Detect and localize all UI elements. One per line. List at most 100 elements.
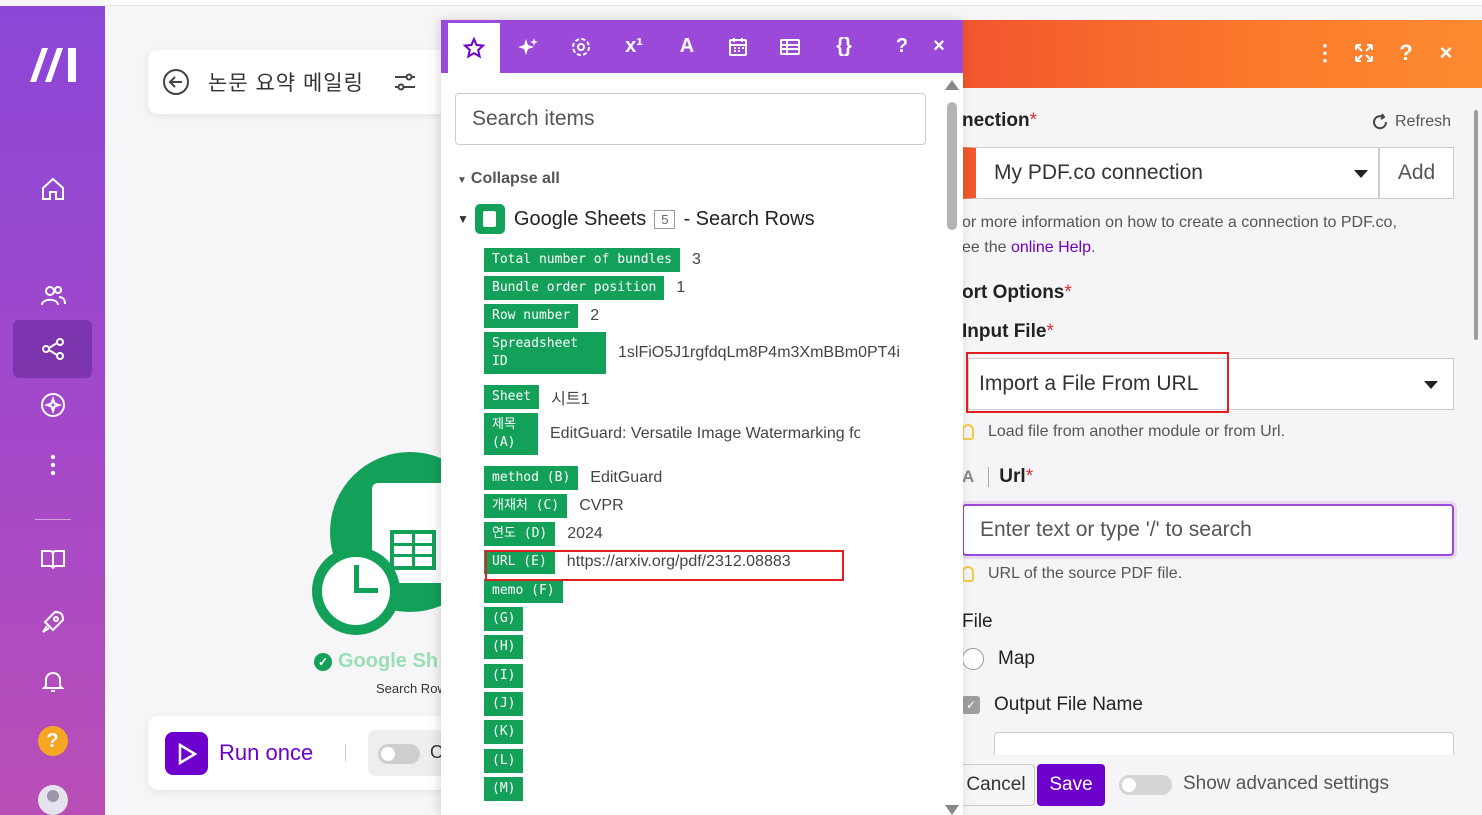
- sidebar-docs[interactable]: [13, 530, 92, 588]
- top-strip: [105, 0, 1482, 6]
- expand-icon[interactable]: [1349, 38, 1379, 68]
- mapping-scrollbar[interactable]: [945, 80, 959, 815]
- scroll-down-icon[interactable]: [945, 805, 959, 815]
- tab-favorites[interactable]: [448, 20, 500, 73]
- sidebar-team[interactable]: [13, 267, 92, 325]
- bottom-toolbar: Run once O: [148, 716, 448, 790]
- run-once-label[interactable]: Run once: [219, 740, 313, 766]
- list-item[interactable]: Total number of bundles 3: [484, 248, 701, 272]
- braces-icon: {}: [836, 35, 852, 57]
- star-icon: [463, 37, 485, 59]
- bell-icon: [41, 671, 64, 692]
- help-icon: ?: [895, 35, 909, 57]
- tab-math[interactable]: x¹: [608, 20, 660, 73]
- sidebar-profile[interactable]: [13, 771, 92, 815]
- tab-json[interactable]: {}: [818, 20, 870, 73]
- scenario-title[interactable]: 논문 요약 메일링: [208, 67, 364, 97]
- connection-label: nection*: [962, 110, 1037, 131]
- sidebar-notifications[interactable]: [13, 652, 92, 710]
- file-label: File: [962, 611, 993, 632]
- settings-header: ⋮ ? ×: [941, 20, 1482, 88]
- chevron-down-icon: [1424, 381, 1438, 389]
- more-icon[interactable]: ⋮: [1310, 38, 1340, 68]
- caret-down-icon: ▼: [457, 212, 469, 226]
- help-icon[interactable]: ?: [1391, 38, 1421, 68]
- tab-general[interactable]: [555, 20, 607, 73]
- url-input[interactable]: [962, 504, 1454, 556]
- app-root: ? 논문 요약 메일링 ✓ Google Sh Search Row Run o…: [0, 0, 1482, 815]
- save-button[interactable]: Save: [1037, 764, 1105, 806]
- list-item[interactable]: Spreadsheet ID 1slFiO5J1rgfdqLm8P4m3XmBBm…: [484, 332, 900, 374]
- online-help-link[interactable]: online Help: [1011, 239, 1091, 256]
- settings-scrollbar[interactable]: [1474, 110, 1478, 340]
- list-item[interactable]: Row number 2: [484, 304, 599, 328]
- list-item[interactable]: (L): [484, 749, 524, 773]
- close-icon[interactable]: ×: [1431, 38, 1461, 68]
- sidebar-help[interactable]: ?: [13, 712, 92, 770]
- play-icon: [178, 742, 197, 765]
- list-item[interactable]: (G): [484, 607, 524, 631]
- url-label-row: A Url*: [962, 466, 1033, 488]
- sidebar-scenarios[interactable]: [13, 320, 92, 378]
- url-label: Url*: [999, 466, 1034, 487]
- output-file-name-option[interactable]: ✓ Output File Name: [962, 694, 1143, 716]
- settings-footer: Cancel Save Show advanced settings: [941, 755, 1482, 815]
- sidebar-more[interactable]: [13, 436, 92, 494]
- map-radio[interactable]: [962, 648, 984, 670]
- make-logo-icon[interactable]: [28, 44, 80, 84]
- list-item[interactable]: Bundle order position 1: [484, 276, 685, 300]
- back-arrow-icon[interactable]: [162, 68, 190, 96]
- list-item[interactable]: 개재처 (C) CVPR: [484, 494, 624, 518]
- scroll-thumb[interactable]: [947, 102, 957, 230]
- list-item[interactable]: (K): [484, 720, 524, 744]
- mapping-close[interactable]: ×: [913, 20, 963, 73]
- list-item[interactable]: (M): [484, 777, 524, 801]
- input-file-highlight: [966, 352, 1229, 413]
- tab-ai[interactable]: [502, 20, 554, 73]
- caret-down-icon: ▼: [457, 175, 467, 186]
- tab-array[interactable]: [764, 20, 816, 73]
- module-number-badge: 5: [654, 209, 676, 229]
- list-item[interactable]: (J): [484, 692, 524, 716]
- list-item[interactable]: 연도 (D) 2024: [484, 522, 603, 546]
- search-items-input[interactable]: [455, 93, 926, 145]
- scheduling-toggle[interactable]: [378, 744, 420, 764]
- refresh-button[interactable]: Refresh: [1371, 113, 1451, 131]
- table-icon: [780, 38, 800, 55]
- list-item[interactable]: (H): [484, 635, 524, 659]
- tab-date[interactable]: [712, 20, 764, 73]
- source-module-header[interactable]: ▼ Google Sheets 5 - Search Rows: [457, 204, 815, 234]
- list-item[interactable]: memo (F): [484, 579, 563, 603]
- advanced-settings-toggle[interactable]: [1119, 775, 1172, 795]
- superscript-icon: x¹: [625, 35, 643, 57]
- sidebar-launch[interactable]: [13, 593, 92, 651]
- import-options-label: ort Options*: [962, 282, 1072, 303]
- run-once-button[interactable]: [165, 732, 208, 775]
- text-type-icon: A: [962, 467, 975, 486]
- avatar: [37, 785, 68, 815]
- tab-text[interactable]: A: [661, 20, 713, 73]
- connection-select[interactable]: My PDF.co connection: [962, 147, 1379, 199]
- cancel-button[interactable]: Cancel: [957, 764, 1035, 806]
- scroll-up-icon[interactable]: [945, 80, 959, 90]
- close-icon: ×: [933, 35, 945, 57]
- list-item[interactable]: (I): [484, 664, 524, 688]
- list-item[interactable]: method (B) EditGuard: [484, 466, 662, 490]
- sparkle-icon: [518, 37, 538, 55]
- sidebar-ai[interactable]: [13, 376, 92, 434]
- url-hint: URL of the source PDF file.: [962, 565, 1182, 583]
- list-item[interactable]: 제목 (A) EditGuard: Versatile Image Waterma…: [484, 413, 860, 455]
- tune-icon[interactable]: [392, 69, 418, 95]
- list-item[interactable]: Sheet 시트1: [484, 385, 589, 409]
- map-option[interactable]: Map: [962, 648, 1035, 670]
- scenario-header: 논문 요약 메일링: [148, 50, 448, 114]
- collapse-all-button[interactable]: ▼ Collapse all: [457, 170, 560, 188]
- add-connection-button[interactable]: Add: [1379, 147, 1454, 199]
- module-subtitle: Search Row: [376, 681, 447, 696]
- sidebar-home[interactable]: [13, 160, 92, 218]
- collapse-checkbox-icon[interactable]: ✓: [962, 696, 980, 714]
- mapping-panel: x¹ A {} ? × ▼Collapse all: [441, 20, 963, 815]
- google-sheets-icon: [474, 204, 505, 234]
- module-name: ✓ Google Sh: [314, 650, 438, 673]
- mapping-tabs: x¹ A {} ? ×: [441, 20, 963, 73]
